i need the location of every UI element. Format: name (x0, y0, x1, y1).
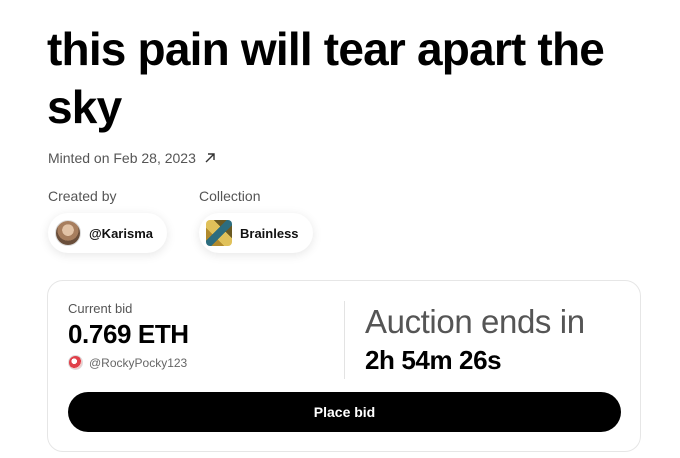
auction-ends-label: Auction ends in (365, 303, 585, 340)
collection-label: Collection (199, 188, 261, 204)
bidder-handle: @RockyPocky123 (89, 355, 188, 370)
auction-card: Current bid 0.769 ETH @RockyPocky123 Auc… (47, 280, 641, 452)
card-divider (344, 301, 345, 379)
arrow-up-right-icon (205, 153, 215, 163)
minted-link[interactable]: Minted on Feb 28, 2023 (48, 150, 216, 166)
creator-handle: @Karisma (89, 225, 153, 241)
nft-detail-page: this pain will tear apart the sky Minted… (0, 0, 680, 458)
current-bid-label: Current bid (68, 301, 133, 316)
collection-name: Brainless (240, 225, 299, 241)
collection-avatar (206, 220, 232, 246)
creator-chip[interactable]: @Karisma (48, 213, 167, 253)
bidder-avatar (68, 355, 83, 370)
current-bid-amount: 0.769 ETH (68, 319, 189, 349)
created-by-label: Created by (48, 188, 117, 204)
bidder-link[interactable]: @RockyPocky123 (68, 355, 187, 370)
auction-countdown: 2h 54m 26s (365, 345, 502, 375)
nft-title: this pain will tear apart the sky (47, 23, 605, 133)
minted-date: Minted on Feb 28, 2023 (48, 150, 196, 166)
creator-avatar (55, 220, 81, 246)
collection-chip[interactable]: Brainless (199, 213, 313, 253)
place-bid-button[interactable]: Place bid (68, 392, 621, 432)
